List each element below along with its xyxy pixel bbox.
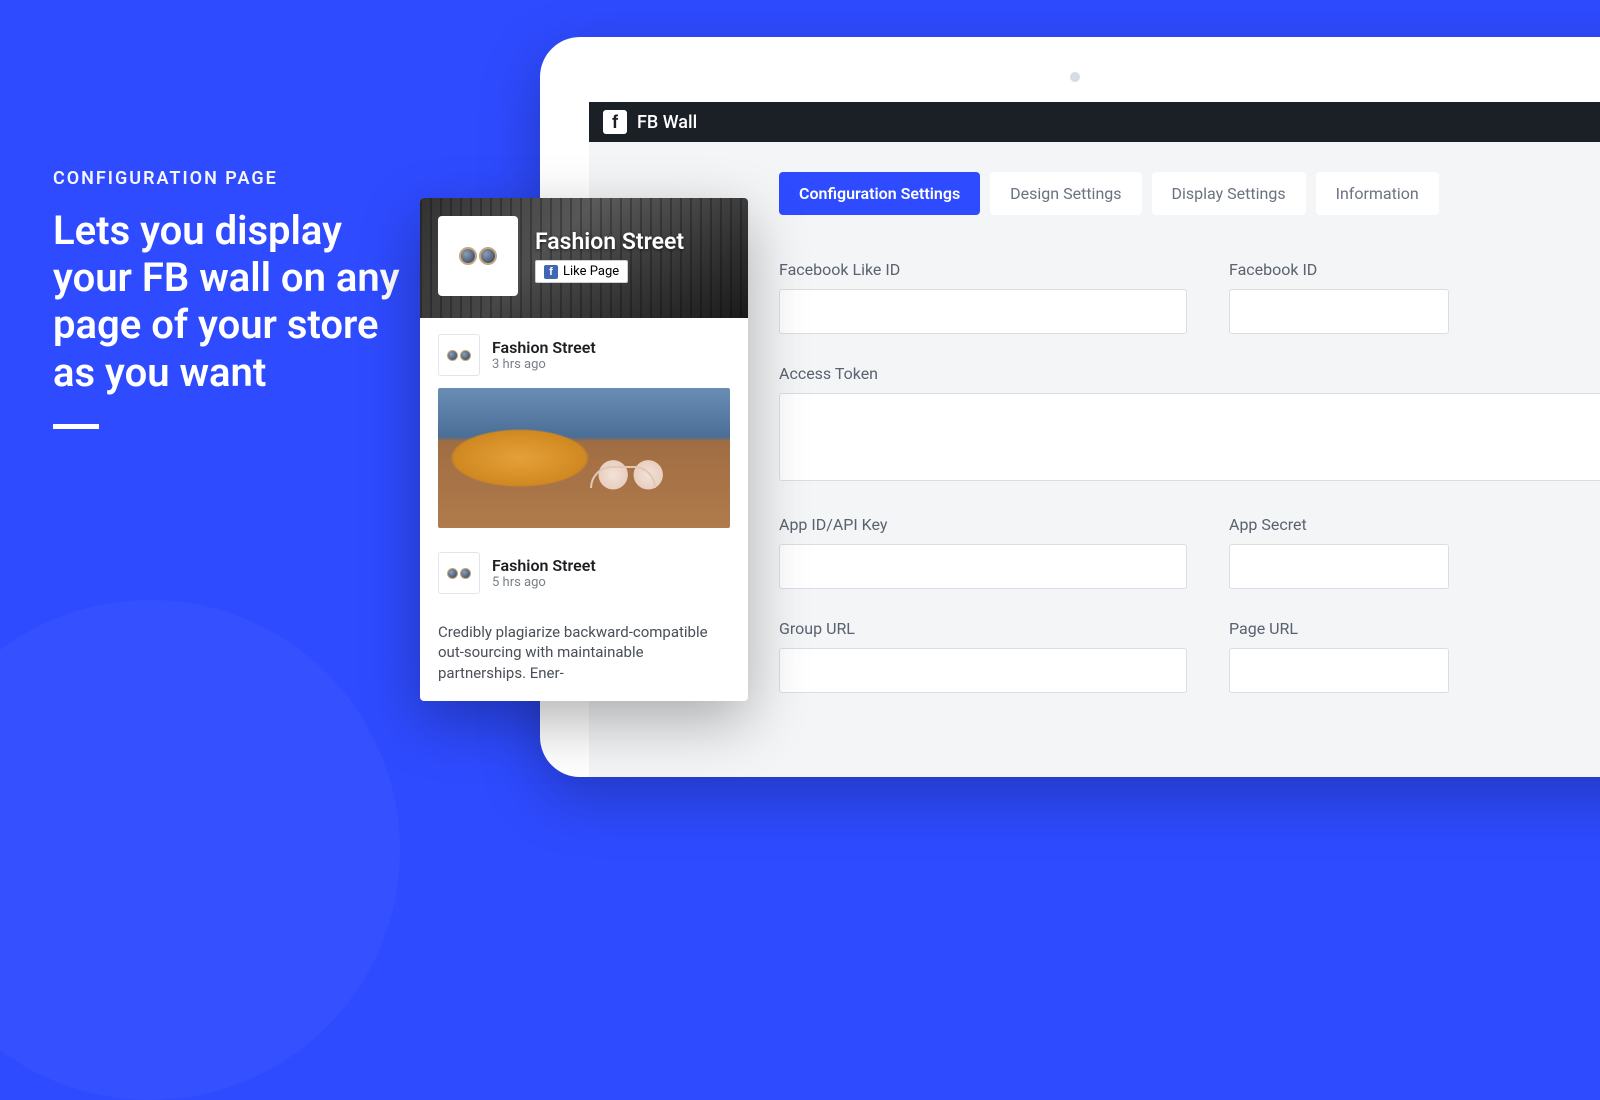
input-facebook-like-id[interactable] [779, 289, 1187, 334]
input-page-url[interactable] [1229, 648, 1449, 693]
fb-post-image [438, 388, 730, 528]
facebook-icon: f [544, 265, 558, 279]
label-access-token: Access Token [779, 364, 1600, 383]
fb-post-author: Fashion Street [492, 338, 596, 357]
label-app-id: App ID/API Key [779, 515, 1187, 534]
sunglasses-icon [447, 350, 471, 361]
input-access-token[interactable] [779, 393, 1600, 481]
tab-configuration-settings[interactable]: Configuration Settings [779, 172, 980, 215]
fb-page-name: Fashion Street [535, 228, 684, 255]
hero-title: Lets you display your FB wall on any pag… [53, 207, 413, 396]
hero-text-block: CONFIGURATION PAGE Lets you display your… [53, 168, 413, 429]
tab-information[interactable]: Information [1316, 172, 1439, 215]
sunglasses-icon [447, 568, 471, 579]
like-page-label: Like Page [563, 264, 619, 279]
label-group-url: Group URL [779, 619, 1187, 638]
input-app-secret[interactable] [1229, 544, 1449, 589]
facebook-icon: f [603, 110, 627, 134]
hero-underline [53, 424, 99, 429]
fb-post-avatar [438, 552, 480, 594]
fb-post-1: Fashion Street 3 hrs ago [420, 318, 748, 546]
fb-post-time: 3 hrs ago [492, 357, 596, 372]
app-header: f FB Wall [589, 102, 1600, 142]
fb-post-text: Credibly plagiarize backward-compatible … [420, 616, 748, 701]
fb-post-avatar [438, 334, 480, 376]
hero-eyebrow: CONFIGURATION PAGE [53, 168, 413, 189]
label-app-secret: App Secret [1229, 515, 1449, 534]
tab-display-settings[interactable]: Display Settings [1152, 172, 1306, 215]
label-facebook-id: Facebook ID [1229, 260, 1449, 279]
input-facebook-id[interactable] [1229, 289, 1449, 334]
window-dot [1070, 72, 1080, 82]
app-title: FB Wall [637, 112, 697, 133]
tabs: Configuration Settings Design Settings D… [779, 172, 1600, 215]
input-group-url[interactable] [779, 648, 1187, 693]
like-page-button[interactable]: f Like Page [535, 260, 628, 283]
fb-post-time: 5 hrs ago [492, 575, 596, 590]
label-page-url: Page URL [1229, 619, 1449, 638]
bg-decor-circle [0, 600, 400, 1100]
fb-post-2: Fashion Street 5 hrs ago [420, 546, 748, 616]
fb-wall-widget: Fashion Street f Like Page Fashion Stree… [420, 198, 748, 701]
input-app-id[interactable] [779, 544, 1187, 589]
fb-post-author: Fashion Street [492, 556, 596, 575]
fb-page-avatar [438, 216, 518, 296]
sunglasses-icon [459, 247, 497, 265]
tab-design-settings[interactable]: Design Settings [990, 172, 1141, 215]
fb-cover: Fashion Street f Like Page [420, 198, 748, 318]
label-facebook-like-id: Facebook Like ID [779, 260, 1187, 279]
